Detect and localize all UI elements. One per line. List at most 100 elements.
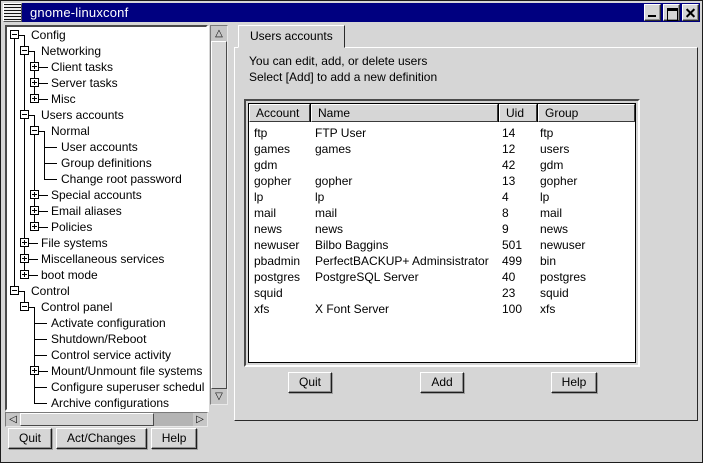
table-row[interactable]: gdm42gdm <box>249 157 635 173</box>
tree-expand-icon[interactable] <box>30 62 39 71</box>
help-button[interactable]: Help <box>151 428 198 449</box>
cell-uid: 12 <box>497 141 535 157</box>
cell-group: gdm <box>535 157 635 173</box>
cell-name: PerfectBACKUP+ Adminsistrator <box>310 253 497 269</box>
tree-item-label: Misc <box>51 91 76 107</box>
tree-collapse-icon[interactable] <box>30 126 39 135</box>
titlebar[interactable]: gnome-linuxconf <box>3 3 700 22</box>
act-changes-button[interactable]: Act/Changes <box>56 428 147 449</box>
tree-item[interactable]: Email aliases <box>7 203 208 219</box>
scroll-up-icon[interactable]: △ <box>211 26 227 41</box>
tree-item-label: Client tasks <box>51 59 113 75</box>
tree-expand-icon[interactable] <box>30 206 39 215</box>
table-row[interactable]: postgresPostgreSQL Server40postgres <box>249 269 635 285</box>
table-row[interactable]: newuserBilbo Baggins501newuser <box>249 237 635 253</box>
tree-connector-line <box>44 163 57 164</box>
tree-expand-icon[interactable] <box>30 222 39 231</box>
table-row[interactable]: newsnews9news <box>249 221 635 237</box>
tree-expand-icon[interactable] <box>20 238 29 247</box>
tree-expand-icon[interactable] <box>20 254 29 263</box>
column-header-uid[interactable]: Uid <box>499 104 537 122</box>
tree-connector-line <box>34 307 35 315</box>
window-menu-icon[interactable] <box>3 3 22 22</box>
tree-item[interactable]: Policies <box>7 219 208 235</box>
tree-expand-icon[interactable] <box>30 366 39 375</box>
tree-connector-line <box>34 115 35 123</box>
scroll-down-icon[interactable]: ▽ <box>211 389 227 404</box>
vertical-scroll-thumb[interactable] <box>211 41 227 389</box>
tree-item[interactable]: File systems <box>7 235 208 251</box>
table-row[interactable]: ftpFTP User14ftp <box>249 125 635 141</box>
scroll-left-icon[interactable]: ◁ <box>6 413 20 426</box>
table-row[interactable]: pbadminPerfectBACKUP+ Adminsistrator499b… <box>249 253 635 269</box>
tree-connector-line <box>34 51 35 59</box>
tree-collapse-icon[interactable] <box>20 302 29 311</box>
column-header-name[interactable]: Name <box>311 104 498 122</box>
tree-connector-line <box>34 387 47 388</box>
tree-connector-line <box>14 155 15 171</box>
minimize-button[interactable] <box>644 4 661 21</box>
tree-item[interactable]: Special accounts <box>7 187 208 203</box>
tree-item[interactable]: Control panel <box>7 299 208 315</box>
tree-vertical-scrollbar[interactable]: △ ▽ <box>210 25 228 405</box>
tree-item[interactable]: Misc <box>7 91 208 107</box>
cell-uid: 499 <box>497 253 535 269</box>
tree-expand-icon[interactable] <box>30 78 39 87</box>
tree-item[interactable]: Normal <box>7 123 208 139</box>
table-row[interactable]: gophergopher13gopher <box>249 173 635 189</box>
tree-collapse-icon[interactable] <box>10 286 19 295</box>
tree-item[interactable]: Users accounts <box>7 107 208 123</box>
tree-item[interactable]: Group definitions <box>7 155 208 171</box>
tree-collapse-icon[interactable] <box>20 46 29 55</box>
tree-expand-icon[interactable] <box>30 94 39 103</box>
tree-connector-line <box>34 403 47 404</box>
table-row[interactable]: gamesgames12users <box>249 141 635 157</box>
tree-connector-line <box>14 75 15 91</box>
tree-item[interactable]: Server tasks <box>7 75 208 91</box>
quit-button[interactable]: Quit <box>8 428 52 449</box>
tree-item[interactable]: Networking <box>7 43 208 59</box>
tree-connector-line <box>39 227 48 228</box>
app-window: gnome-linuxconf ConfigNetworkingClient t… <box>0 0 703 463</box>
tree-collapse-icon[interactable] <box>10 30 19 39</box>
tree-item[interactable]: Control <box>7 283 208 299</box>
table-row[interactable]: xfsX Font Server100xfs <box>249 301 635 317</box>
table-body: ftpFTP User14ftpgamesgames12usersgdm42gd… <box>249 122 635 362</box>
tree-item[interactable]: Miscellaneous services <box>7 251 208 267</box>
horizontal-scroll-track[interactable] <box>154 413 193 426</box>
tree-item[interactable]: boot mode <box>7 267 208 283</box>
table-row[interactable]: mailmail8mail <box>249 205 635 221</box>
tree-connector-line <box>14 91 15 107</box>
column-header-account[interactable]: Account <box>249 104 310 122</box>
column-header-group[interactable]: Group <box>538 104 635 122</box>
tree-item[interactable]: Client tasks <box>7 59 208 75</box>
tree-connector-line <box>39 195 48 196</box>
panel-add-button[interactable]: Add <box>420 372 463 393</box>
tree-item-label: Control panel <box>41 299 112 315</box>
tree-item[interactable]: Change root password <box>7 171 208 187</box>
maximize-button[interactable] <box>663 4 680 21</box>
horizontal-scroll-thumb[interactable] <box>20 413 154 426</box>
tree-item-label: Miscellaneous services <box>41 251 164 267</box>
tree-item[interactable]: Mount/Unmount file systems <box>7 363 208 379</box>
panel-help-button[interactable]: Help <box>551 372 598 393</box>
tree-item[interactable]: Activate configuration <box>7 315 208 331</box>
tab-users-accounts[interactable]: Users accounts <box>238 25 345 48</box>
table-row[interactable]: squid23squid <box>249 285 635 301</box>
tree-item[interactable]: Control service activity <box>7 347 208 363</box>
tree-horizontal-scrollbar[interactable]: ◁ ▷ <box>5 412 208 427</box>
tree-expand-icon[interactable] <box>20 270 29 279</box>
tree-item[interactable]: Configure superuser schedul <box>7 379 208 395</box>
panel-quit-button[interactable]: Quit <box>288 372 332 393</box>
tree-item-label: File systems <box>41 235 108 251</box>
tree-item[interactable]: User accounts <box>7 139 208 155</box>
tree-collapse-icon[interactable] <box>20 110 29 119</box>
tree-expand-icon[interactable] <box>30 190 39 199</box>
notebook: Users accounts You can edit, add, or del… <box>234 25 698 421</box>
close-button[interactable] <box>682 4 699 21</box>
tree-item[interactable]: Config <box>7 27 208 43</box>
table-row[interactable]: lplp4lp <box>249 189 635 205</box>
tree-item[interactable]: Archive configurations <box>7 395 208 411</box>
scroll-right-icon[interactable]: ▷ <box>193 413 207 426</box>
tree-item[interactable]: Shutdown/Reboot <box>7 331 208 347</box>
